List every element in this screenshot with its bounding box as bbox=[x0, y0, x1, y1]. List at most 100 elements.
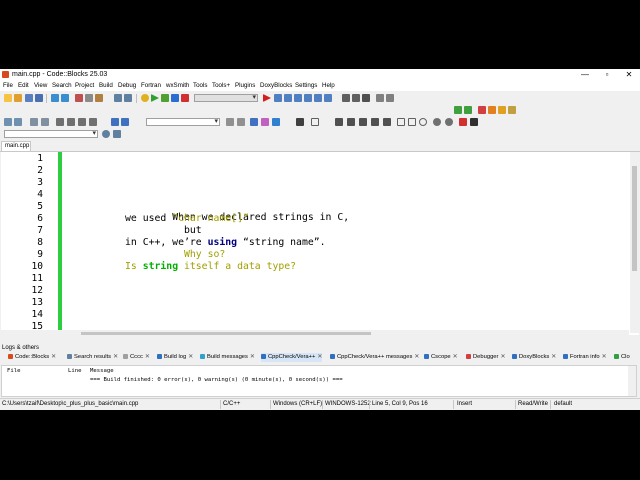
menu-build[interactable]: Build bbox=[99, 82, 113, 89]
redo-icon[interactable] bbox=[61, 94, 69, 102]
close-icon[interactable]: ✕ bbox=[113, 353, 118, 362]
tab-cccc[interactable]: Cccc ✕ bbox=[123, 353, 150, 362]
menu-view[interactable]: View bbox=[34, 82, 47, 89]
step-out-icon[interactable] bbox=[304, 94, 312, 102]
code-editor[interactable]: 1 2 3 4 5 6 7 8 9 10 11 12 13 14 15 When… bbox=[1, 152, 639, 335]
close-icon[interactable]: ✕ bbox=[500, 353, 505, 362]
tab-cscope[interactable]: Cscope ✕ bbox=[424, 353, 458, 362]
uncomment-icon[interactable] bbox=[14, 118, 22, 126]
build-target-select[interactable] bbox=[194, 93, 258, 102]
block-icon-5[interactable] bbox=[383, 118, 391, 126]
toggle-bookmark-icon[interactable] bbox=[478, 106, 486, 114]
menu-wxsmith[interactable]: wxSmith bbox=[166, 82, 189, 89]
tab-build-messages[interactable]: Build messages ✕ bbox=[200, 353, 255, 362]
zoom-in-icon[interactable] bbox=[433, 118, 441, 126]
tab-debugger[interactable]: Debugger ✕ bbox=[466, 353, 505, 362]
menu-debug[interactable]: Debug bbox=[118, 82, 136, 89]
toggle-comment-icon[interactable] bbox=[30, 118, 38, 126]
run-icon[interactable] bbox=[151, 94, 159, 102]
highlight-mode-icon[interactable] bbox=[261, 118, 269, 126]
stream-comment-icon[interactable] bbox=[41, 118, 49, 126]
close-icon[interactable]: ✕ bbox=[453, 353, 458, 362]
tab-codeblocks[interactable]: Code::Blocks ✕ bbox=[8, 353, 56, 362]
menu-plugins[interactable]: Plugins bbox=[235, 82, 255, 89]
close-icon[interactable]: ✕ bbox=[250, 353, 255, 362]
run-to-cursor-icon[interactable] bbox=[274, 94, 282, 102]
cut-icon[interactable] bbox=[75, 94, 83, 102]
close-icon[interactable]: ✕ bbox=[602, 353, 607, 362]
rebuild-icon[interactable] bbox=[171, 94, 179, 102]
menu-file[interactable]: File bbox=[3, 82, 13, 89]
close-icon[interactable]: ✕ bbox=[551, 353, 556, 362]
undo-icon[interactable] bbox=[51, 94, 59, 102]
build-result-message[interactable]: === Build finished: 0 error(s), 0 warnin… bbox=[90, 377, 343, 383]
block-icon-1[interactable] bbox=[335, 118, 343, 126]
jump-back-icon[interactable] bbox=[454, 106, 462, 114]
previous-icon[interactable] bbox=[111, 118, 119, 126]
tab-cppcheck-vera-messages[interactable]: CppCheck/Vera++ messages ✕ bbox=[330, 353, 419, 362]
block-icon-3[interactable] bbox=[359, 118, 367, 126]
tab-main-cpp[interactable]: main.cpp bbox=[1, 141, 31, 151]
tab-doxyblocks[interactable]: DoxyBlocks ✕ bbox=[512, 353, 556, 362]
clear-bookmarks-icon[interactable] bbox=[508, 106, 516, 114]
build-icon[interactable] bbox=[141, 94, 149, 102]
build-and-run-icon[interactable] bbox=[161, 94, 169, 102]
close-button[interactable]: ✕ bbox=[618, 69, 640, 81]
maximize-button[interactable]: ▫ bbox=[596, 69, 618, 81]
debug-info-icon[interactable] bbox=[386, 94, 394, 102]
menu-project[interactable]: Project bbox=[75, 82, 94, 89]
scrollbar-thumb[interactable] bbox=[632, 166, 637, 271]
menu-tools[interactable]: Tools bbox=[193, 82, 207, 89]
menu-settings[interactable]: Settings bbox=[295, 82, 317, 89]
block-icon-2[interactable] bbox=[347, 118, 355, 126]
menu-search[interactable]: Search bbox=[52, 82, 72, 89]
menu-tools-plus[interactable]: Tools+ bbox=[212, 82, 230, 89]
column-header-message[interactable]: Message bbox=[90, 368, 114, 374]
s-tool-icon[interactable] bbox=[459, 118, 467, 126]
highlight-icon[interactable] bbox=[78, 118, 86, 126]
tab-search-results[interactable]: Search results ✕ bbox=[67, 353, 118, 362]
search-combo[interactable] bbox=[4, 129, 98, 138]
break-debugger-icon[interactable] bbox=[342, 94, 350, 102]
copy-icon[interactable] bbox=[85, 94, 93, 102]
new-file-icon[interactable] bbox=[4, 94, 12, 102]
editor-vertical-scrollbar[interactable] bbox=[630, 152, 639, 333]
menu-doxyblocks[interactable]: DoxyBlocks bbox=[260, 82, 292, 89]
format-icon[interactable] bbox=[67, 118, 75, 126]
pause-icon[interactable] bbox=[352, 94, 360, 102]
tab-build-log[interactable]: Build log ✕ bbox=[157, 353, 193, 362]
close-icon[interactable]: ✕ bbox=[414, 353, 419, 362]
find-icon[interactable] bbox=[114, 94, 122, 102]
next-line-icon[interactable] bbox=[284, 94, 292, 102]
debug-windows-icon[interactable] bbox=[376, 94, 384, 102]
c-tool-icon[interactable] bbox=[470, 118, 478, 126]
code-completion-select[interactable] bbox=[146, 117, 220, 126]
search-options-icon[interactable] bbox=[113, 130, 121, 138]
jump-icon[interactable] bbox=[250, 118, 258, 126]
abort-icon[interactable] bbox=[181, 94, 189, 102]
rectangle-icon[interactable] bbox=[311, 118, 319, 126]
step-into-icon[interactable] bbox=[294, 94, 302, 102]
debug-run-icon[interactable] bbox=[263, 94, 271, 102]
next-bookmark-icon[interactable] bbox=[498, 106, 506, 114]
build-messages-list[interactable]: File Line Message === Build finished: 0 … bbox=[1, 365, 637, 397]
menu-edit[interactable]: Edit bbox=[18, 82, 29, 89]
comment-icon[interactable] bbox=[4, 118, 12, 126]
step-into-instruction-icon[interactable] bbox=[324, 94, 332, 102]
show-fold-icon[interactable] bbox=[56, 118, 64, 126]
select-icon[interactable] bbox=[296, 118, 304, 126]
next-instruction-icon[interactable] bbox=[314, 94, 322, 102]
minimize-button[interactable]: — bbox=[574, 69, 596, 81]
close-icon[interactable]: ✕ bbox=[145, 353, 150, 362]
block-icon-4[interactable] bbox=[371, 118, 379, 126]
tab-fortran-info[interactable]: Fortran info ✕ bbox=[563, 353, 607, 362]
shape-icon-3[interactable] bbox=[419, 118, 427, 126]
next-icon[interactable] bbox=[121, 118, 129, 126]
column-header-file[interactable]: File bbox=[7, 368, 20, 374]
save-all-icon[interactable] bbox=[35, 94, 43, 102]
tab-clo[interactable]: Clo bbox=[614, 353, 630, 362]
match-brace-icon[interactable] bbox=[89, 118, 97, 126]
tab-cppcheck-vera[interactable]: CppCheck/Vera++ ✕ bbox=[261, 353, 323, 362]
stop-debugger-icon[interactable] bbox=[362, 94, 370, 102]
paste-icon[interactable] bbox=[95, 94, 103, 102]
